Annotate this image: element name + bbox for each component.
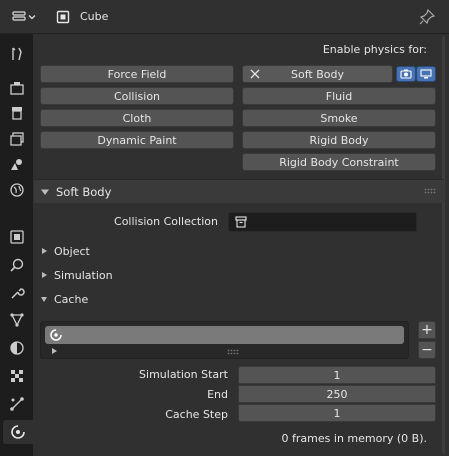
cache-step-value: 1 <box>333 406 341 420</box>
drag-handle-icon[interactable] <box>424 188 436 194</box>
output-icon <box>12 107 22 120</box>
soft-body-label: Soft Body <box>291 67 344 81</box>
object-icon <box>10 230 24 244</box>
modifier-icon <box>10 258 24 272</box>
collision-collection-label: Collision Collection <box>114 215 218 228</box>
camera-icon <box>400 69 412 79</box>
tab-render[interactable] <box>4 76 30 100</box>
enable-physics-label: Enable physics for: <box>322 43 427 56</box>
disclosure-collapsed-icon <box>42 248 47 254</box>
material-icon <box>10 341 24 355</box>
soft-body-panel-title: Soft Body <box>56 184 112 199</box>
tab-texture[interactable] <box>4 364 30 388</box>
render-icon <box>10 82 24 95</box>
soft-body-button[interactable]: Soft Body <box>242 65 393 83</box>
remove-cache-button[interactable]: − <box>418 341 436 359</box>
physics-icon <box>11 425 25 439</box>
tab-scene[interactable] <box>4 152 30 176</box>
scene-icon <box>11 159 22 170</box>
cloth-button[interactable]: Cloth <box>40 109 234 127</box>
dynamic-paint-label: Dynamic Paint <box>97 133 177 147</box>
disclosure-collapsed-icon <box>42 272 47 278</box>
soft-body-panel-header[interactable]: Soft Body <box>34 179 444 203</box>
collision-button[interactable]: Collision <box>40 87 234 105</box>
end-value: 250 <box>326 387 348 401</box>
cache-subpanel-title: Cache <box>54 292 89 306</box>
pin-icon[interactable] <box>418 8 436 26</box>
view-layer-icon <box>10 132 24 146</box>
properties-editor-icon <box>11 11 26 21</box>
end-field[interactable]: 250 <box>238 385 436 403</box>
remove-icon: − <box>421 342 433 358</box>
fluid-label: Fluid <box>325 89 353 103</box>
collection-icon <box>235 216 247 228</box>
disclosure-expanded-icon <box>41 189 49 195</box>
rigid-body-label: Rigid Body <box>309 133 369 147</box>
mesh-data-icon <box>10 313 24 327</box>
tool-icon <box>12 47 22 61</box>
collision-label: Collision <box>113 89 161 103</box>
physics-icon <box>50 329 62 341</box>
fluid-button[interactable]: Fluid <box>242 87 436 105</box>
simulation-start-label: Simulation Start <box>139 368 228 381</box>
simulation-start-value: 1 <box>333 368 341 382</box>
force-field-label: Force Field <box>107 67 167 81</box>
properties-header: Cube <box>0 0 449 34</box>
world-icon <box>10 183 24 197</box>
scrollbar[interactable] <box>442 36 445 454</box>
object-subpanel-header[interactable]: Object <box>40 240 90 262</box>
object-data-icon <box>56 10 70 24</box>
tab-view-layer[interactable] <box>4 127 30 151</box>
smoke-button[interactable]: Smoke <box>242 109 436 127</box>
disclosure-expanded-icon <box>41 297 47 302</box>
monitor-icon <box>420 69 432 79</box>
object-subpanel-title: Object <box>54 244 90 258</box>
tab-material[interactable] <box>4 336 30 360</box>
close-icon[interactable] <box>249 68 261 80</box>
simulation-subpanel-title: Simulation <box>54 268 113 282</box>
constraint-icon <box>10 397 24 411</box>
list-resize-grip-icon[interactable] <box>227 349 239 355</box>
properties-tabs <box>0 34 33 456</box>
cache-list <box>40 321 409 359</box>
memory-info-text: 0 frames in memory (0 B). <box>281 432 427 445</box>
list-item[interactable] <box>45 326 404 344</box>
rigid-body-button[interactable]: Rigid Body <box>242 131 436 149</box>
tab-modifiers[interactable] <box>4 253 30 277</box>
tab-tool[interactable] <box>4 42 30 66</box>
cloth-label: Cloth <box>122 111 152 125</box>
editor-type-dropdown[interactable] <box>5 7 42 27</box>
collision-collection-field[interactable] <box>228 212 417 232</box>
object-name: Cube <box>80 10 109 23</box>
cache-step-label: Cache Step <box>165 408 228 421</box>
rigid-body-constraint-label: Rigid Body Constraint <box>279 155 399 169</box>
cache-subpanel-header[interactable]: Cache <box>40 288 88 310</box>
rigid-body-constraint-button[interactable]: Rigid Body Constraint <box>242 153 436 171</box>
tab-constraints[interactable] <box>4 392 30 416</box>
viewport-toggle-button[interactable] <box>416 66 436 82</box>
render-toggle-button[interactable] <box>396 66 416 82</box>
chevron-down-icon <box>28 15 35 20</box>
add-icon: + <box>421 322 433 338</box>
tab-output[interactable] <box>4 101 30 125</box>
dynamic-paint-button[interactable]: Dynamic Paint <box>40 131 234 149</box>
tab-object-data[interactable] <box>4 308 30 332</box>
wrench-icon <box>11 288 25 299</box>
smoke-label: Smoke <box>320 111 358 125</box>
tab-world[interactable] <box>4 178 30 202</box>
end-label: End <box>207 388 228 401</box>
simulation-start-field[interactable]: 1 <box>238 366 436 384</box>
tab-object[interactable] <box>4 225 30 249</box>
texture-icon <box>11 370 23 382</box>
filter-options-icon[interactable] <box>50 347 58 355</box>
force-field-button[interactable]: Force Field <box>40 65 234 83</box>
cache-step-field[interactable]: 1 <box>238 404 436 422</box>
simulation-subpanel-header[interactable]: Simulation <box>40 264 113 286</box>
tab-particles[interactable] <box>4 281 30 305</box>
add-cache-button[interactable]: + <box>418 321 436 339</box>
tab-physics[interactable] <box>3 420 33 444</box>
